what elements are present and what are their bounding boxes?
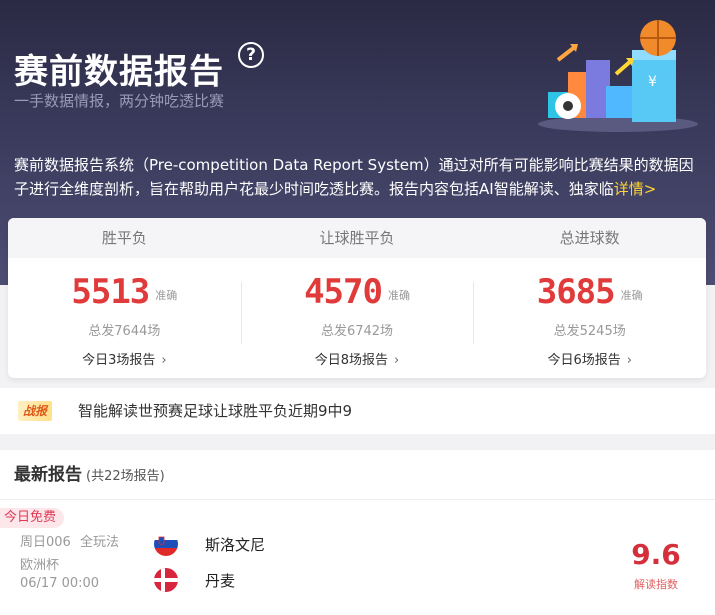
today-reports-link[interactable]: 今日3场报告 › [8,349,241,368]
description-text: 赛前数据报告系统（Pre-competition Data Report Sys… [14,156,694,198]
match-code: 周日006 [20,535,71,550]
slovenia-flag-icon [154,532,178,556]
section-title: 最新报告 [14,465,82,485]
stats-header: 胜平负 让球胜平负 总进球数 [8,218,706,258]
stats-card: 胜平负 让球胜平负 总进球数 5513 准确 总发7644场 今日3场报告 › 45… [8,218,706,378]
stats-header-handicap: 让球胜平负 [319,229,395,247]
stat-tag: 准确 [387,289,410,302]
details-link[interactable]: 详情> [614,180,657,198]
chevron-right-icon: › [394,353,400,368]
latest-reports-header: 最新报告 (共22场报告) [0,450,715,500]
latest-reports-section: 最新报告 (共22场报告) 今日免费 周日006 全玩法 欧洲杯 06/17 00… [0,450,715,615]
stat-value: 5513 [71,272,150,312]
home-team: 斯洛文尼 [205,536,266,554]
interpretation-index-value: 9.6 [631,538,681,571]
match-time: 06/17 00:00 [20,576,100,591]
page-subtitle: 一手数据情报，两分钟吃透比赛 [14,92,225,110]
report-count: (共22场报告) [86,469,165,484]
stat-value: 4570 [304,272,383,312]
stat-column-1x2: 5513 准确 总发7644场 今日3场报告 › [8,258,241,378]
away-team: 丹麦 [205,572,236,590]
battle-report-badge: 战报 [18,401,52,421]
battle-report-text: 智能解读世预赛足球让球胜平负近期9中9 [78,402,353,420]
hero-description: 赛前数据报告系统（Pre-competition Data Report Sys… [14,153,704,201]
chevron-right-icon: › [161,353,167,368]
stat-total: 总发5245场 [553,324,626,339]
svg-text:¥: ¥ [648,74,657,90]
today-reports-label: 今日6场报告 [547,353,621,368]
stat-tag: 准确 [620,289,643,302]
match-report-item[interactable]: 今日免费 周日006 全玩法 欧洲杯 06/17 00:00 斯洛文尼 丹麦 9… [0,506,715,606]
today-reports-label: 今日8场报告 [314,353,389,368]
stats-header-1x2: 胜平负 [101,229,147,247]
denmark-flag-icon [154,568,178,592]
today-reports-link[interactable]: 今日6场报告 › [473,349,706,368]
stat-column-total-goals: 3685 准确 总发5245场 今日6场报告 › [473,258,706,378]
stats-body: 5513 准确 总发7644场 今日3场报告 › 4570 准确 总发6742场 今日… [8,258,706,378]
battle-report-bar[interactable]: 战报 智能解读世预赛足球让球胜平负近期9中9 [0,388,715,434]
report-illustration-icon: ¥ [538,20,698,132]
stat-column-handicap: 4570 准确 总发6742场 今日8场报告 › [240,258,474,378]
match-league: 欧洲杯 [20,558,60,573]
stat-total: 总发7644场 [88,324,161,339]
chevron-right-icon: › [626,353,632,368]
stat-value: 3685 [536,272,616,312]
today-reports-link[interactable]: 今日8场报告 › [241,349,474,368]
match-play-type: 全玩法 [80,535,120,550]
today-reports-label: 今日3场报告 [82,353,156,368]
question-circle-icon[interactable]: ? [238,42,264,68]
stats-header-total-goals: 总进球数 [559,229,620,247]
interpretation-index-label: 解读指数 [634,578,678,591]
stat-tag: 准确 [155,289,178,302]
stat-total: 总发6742场 [320,324,394,339]
free-today-badge: 今日免费 [0,508,64,528]
page-title: 赛前数据报告 [14,52,224,92]
